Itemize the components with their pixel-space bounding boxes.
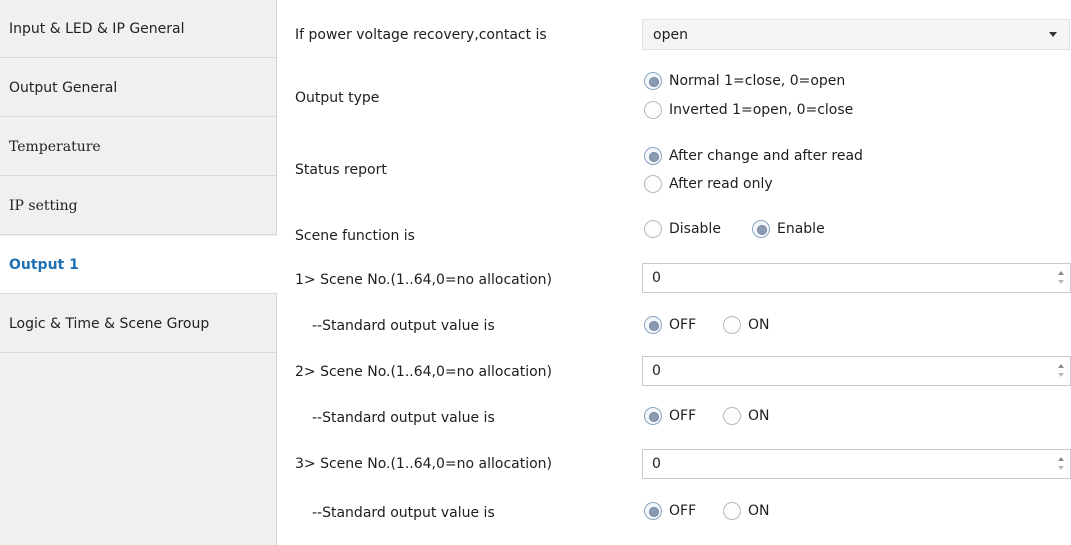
scene-3-number-label: 3> Scene No.(1..64,0=no allocation) [295, 456, 553, 472]
output-type-inverted-radio[interactable]: Inverted 1=open, 0=close [644, 101, 853, 119]
power-recovery-dropdown[interactable]: open [642, 19, 1070, 50]
radio-label: ON [748, 317, 770, 333]
sidebar-item-logic-time-scene-group[interactable]: Logic & Time & Scene Group [0, 295, 277, 353]
radio-selected-icon [644, 502, 662, 520]
status-report-read-only-radio[interactable]: After read only [644, 175, 773, 193]
parameter-panel: If power voltage recovery,contact is ope… [278, 0, 1071, 545]
sidebar-item-label: Output 1 [9, 256, 79, 273]
scene-1-number-input[interactable]: 0 [642, 263, 1071, 293]
sidebar-item-ip-setting[interactable]: IP setting [0, 177, 277, 235]
scene-1-number-label: 1> Scene No.(1..64,0=no allocation) [295, 272, 553, 288]
power-recovery-value: open [653, 26, 688, 43]
radio-label: Inverted 1=open, 0=close [669, 102, 854, 118]
output-type-normal-radio[interactable]: Normal 1=close, 0=open [644, 72, 845, 90]
scene-function-label: Scene function is [295, 228, 415, 244]
scene-1-output-label: --Standard output value is [312, 318, 495, 334]
sidebar-item-label: Temperature [9, 138, 101, 155]
scene-1-number-value: 0 [652, 270, 661, 286]
scene-2-off-radio[interactable]: OFF [644, 407, 696, 425]
sidebar-item-label: Output General [9, 79, 118, 96]
scene-3-output-label: --Standard output value is [312, 505, 495, 521]
sidebar-item-label: Logic & Time & Scene Group [9, 315, 210, 332]
scene-function-enable-radio[interactable]: Enable [752, 220, 825, 238]
radio-unselected-icon [723, 407, 741, 425]
sidebar-item-input-led-ip-general[interactable]: Input & LED & IP General [0, 0, 277, 58]
radio-unselected-icon [723, 316, 741, 334]
scene-3-off-radio[interactable]: OFF [644, 502, 696, 520]
radio-selected-icon [752, 220, 770, 238]
scene-2-number-label: 2> Scene No.(1..64,0=no allocation) [295, 364, 553, 380]
radio-label: Enable [777, 221, 825, 237]
scene-3-on-radio[interactable]: ON [723, 502, 770, 520]
scene-2-output-label: --Standard output value is [312, 410, 495, 426]
radio-unselected-icon [644, 220, 662, 238]
spinner-arrows-icon[interactable] [1052, 357, 1070, 385]
radio-label: Disable [669, 221, 721, 237]
status-report-change-read-radio[interactable]: After change and after read [644, 147, 863, 165]
radio-selected-icon [644, 72, 662, 90]
sidebar-item-label: IP setting [9, 197, 78, 214]
radio-label: ON [748, 503, 770, 519]
radio-label: OFF [669, 503, 697, 519]
power-recovery-label: If power voltage recovery,contact is [295, 27, 547, 43]
radio-unselected-icon [723, 502, 741, 520]
radio-selected-icon [644, 407, 662, 425]
sidebar-item-output-1[interactable]: Output 1 [0, 236, 278, 294]
radio-label: OFF [669, 317, 697, 333]
radio-selected-icon [644, 147, 662, 165]
spinner-arrows-icon[interactable] [1052, 450, 1070, 478]
sidebar-nav: Input & LED & IP General Output General … [0, 0, 278, 545]
output-type-label: Output type [295, 90, 380, 106]
spinner-arrows-icon[interactable] [1052, 264, 1070, 292]
radio-label: After change and after read [669, 148, 863, 164]
radio-selected-icon [644, 316, 662, 334]
scene-2-on-radio[interactable]: ON [723, 407, 770, 425]
scene-function-disable-radio[interactable]: Disable [644, 220, 721, 238]
status-report-label: Status report [295, 162, 387, 178]
radio-label: OFF [669, 408, 697, 424]
radio-label: Normal 1=close, 0=open [669, 73, 846, 89]
radio-label: ON [748, 408, 770, 424]
sidebar-item-label: Input & LED & IP General [9, 20, 185, 37]
sidebar-item-temperature[interactable]: Temperature [0, 118, 277, 176]
scene-1-on-radio[interactable]: ON [723, 316, 770, 334]
scene-2-number-input[interactable]: 0 [642, 356, 1071, 386]
scene-3-number-input[interactable]: 0 [642, 449, 1071, 479]
radio-label: After read only [669, 176, 773, 192]
scene-2-number-value: 0 [652, 363, 661, 379]
sidebar-item-output-general[interactable]: Output General [0, 59, 277, 117]
radio-unselected-icon [644, 175, 662, 193]
radio-unselected-icon [644, 101, 662, 119]
scene-1-off-radio[interactable]: OFF [644, 316, 696, 334]
caret-down-icon [1049, 32, 1057, 37]
scene-3-number-value: 0 [652, 456, 661, 472]
